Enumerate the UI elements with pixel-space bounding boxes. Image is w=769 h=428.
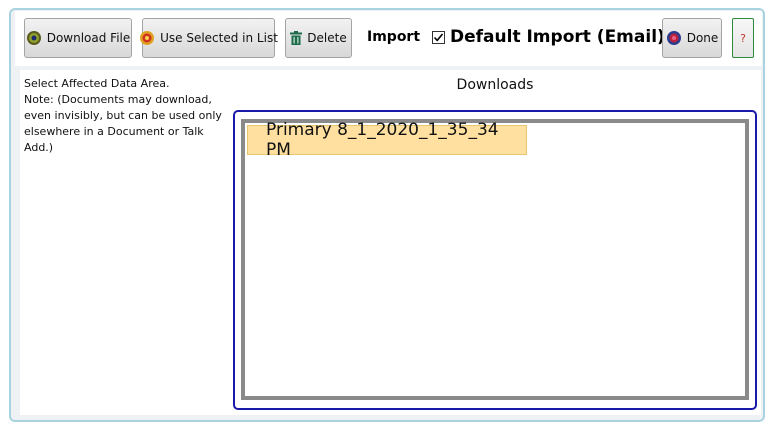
use-selected-disc-icon — [139, 30, 155, 46]
default-import-label: Default Import (Email) — [450, 27, 665, 47]
toolbar: Download File Use Selected in List Delet… — [15, 11, 762, 66]
done-button[interactable]: Done — [662, 18, 722, 58]
use-selected-in-list-label: Use Selected in List — [160, 31, 278, 45]
downloads-title: Downloads — [456, 77, 534, 93]
download-disc-icon — [26, 30, 42, 46]
done-label: Done — [686, 31, 719, 45]
note-line-2: Note: (Documents may download, even invi… — [24, 93, 222, 154]
downloads-list[interactable]: Primary 8_1_2020_1_35_34 PM — [241, 119, 749, 400]
download-file-label: Download File — [46, 31, 131, 45]
downloads-list-frame: Primary 8_1_2020_1_35_34 PM — [233, 110, 757, 410]
instructions-note: Select Affected Data Area. Note: (Docume… — [24, 76, 234, 156]
list-item-primary[interactable]: Primary 8_1_2020_1_35_34 PM — [247, 120, 527, 160]
import-label: Import — [367, 29, 421, 45]
use-selected-in-list-button[interactable]: Use Selected in List — [139, 18, 278, 58]
done-disc-icon — [666, 30, 682, 46]
delete-button[interactable]: Delete — [285, 18, 352, 58]
download-file-button[interactable]: Download File — [24, 18, 132, 58]
help-button[interactable]: ? — [732, 18, 754, 58]
default-import-checkbox[interactable]: Default Import (Email) — [432, 27, 665, 47]
checkmark-icon[interactable] — [432, 30, 445, 44]
delete-label: Delete — [307, 31, 347, 45]
content-panel: Select Affected Data Area. Note: (Docume… — [20, 70, 761, 415]
note-line-1: Select Affected Data Area. — [24, 77, 170, 90]
trash-icon — [290, 31, 303, 45]
